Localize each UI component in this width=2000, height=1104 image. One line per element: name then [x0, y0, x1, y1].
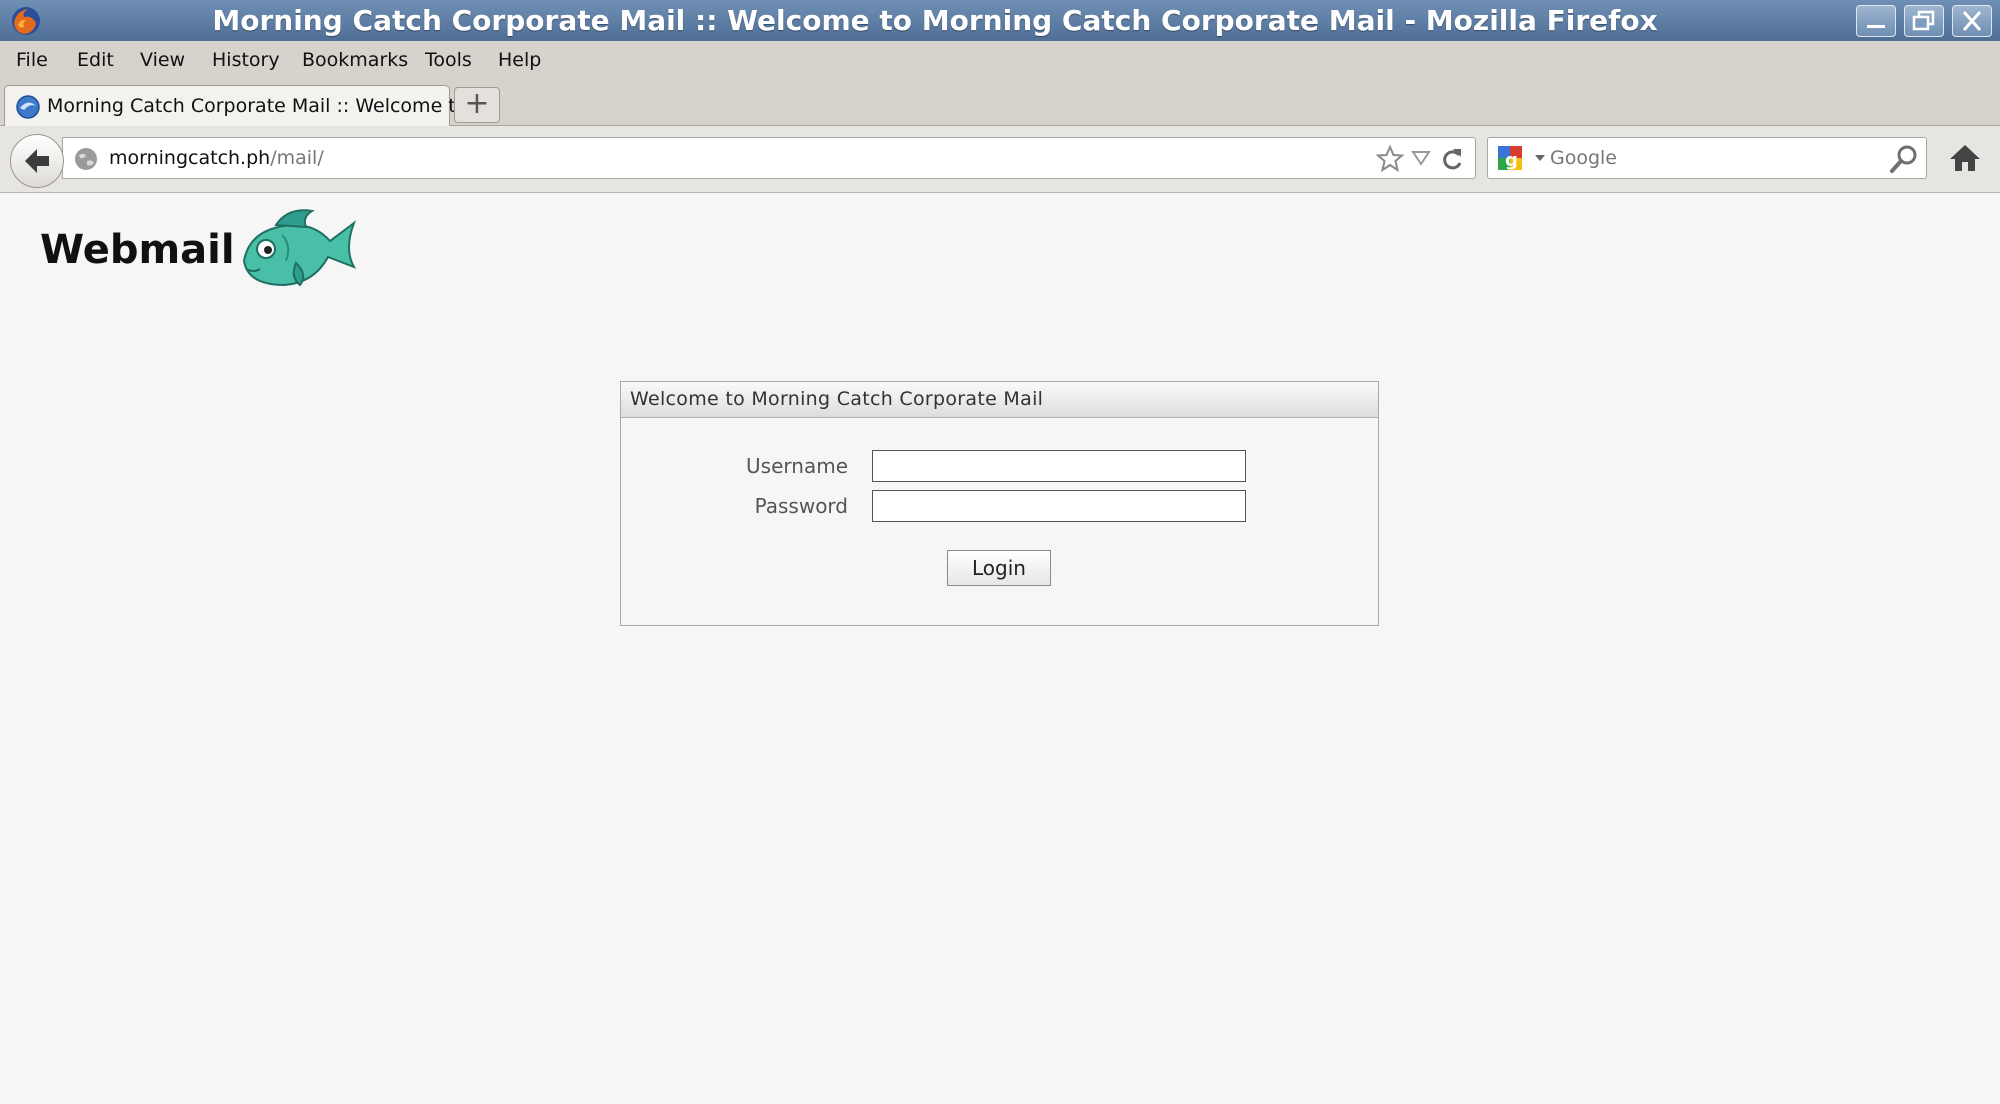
tab-title: Morning Catch Corporate Mail :: Welcome …: [47, 95, 474, 117]
url-path: /mail/: [270, 147, 324, 169]
close-icon: [1962, 11, 1982, 31]
menu-bookmarks[interactable]: Bookmarks: [302, 49, 408, 71]
window-titlebar: Morning Catch Corporate Mail :: Welcome …: [0, 0, 2000, 41]
menu-view[interactable]: View: [140, 49, 185, 71]
magnifier-icon[interactable]: [1888, 143, 1920, 175]
search-input[interactable]: [1548, 143, 1852, 173]
navigation-toolbar: morningcatch.ph/mail/ g: [0, 126, 2000, 193]
address-bar[interactable]: morningcatch.ph/mail/: [62, 137, 1476, 179]
back-button[interactable]: [10, 134, 64, 188]
google-icon: g: [1498, 146, 1522, 171]
tab-favicon-icon: [16, 95, 40, 119]
menu-history[interactable]: History: [212, 49, 280, 71]
dropdown-icon[interactable]: [1534, 154, 1546, 162]
login-panel-heading: Welcome to Morning Catch Corporate Mail: [621, 382, 1378, 418]
username-label: Username: [746, 454, 848, 478]
search-bar[interactable]: g: [1487, 137, 1927, 179]
menu-help[interactable]: Help: [498, 49, 541, 71]
new-tab-button[interactable]: +: [454, 87, 500, 123]
window-title: Morning Catch Corporate Mail :: Welcome …: [212, 4, 1658, 37]
menu-edit[interactable]: Edit: [77, 49, 114, 71]
page-content: Webmail Welcome to Morning Catch Corpora…: [0, 193, 2000, 1104]
bookmark-star-icon[interactable]: [1375, 144, 1405, 174]
password-field[interactable]: [872, 490, 1246, 522]
webmail-logo-text: Webmail: [40, 227, 235, 273]
restore-icon: [1912, 10, 1935, 31]
close-button[interactable]: [1952, 5, 1992, 37]
tab-strip: Morning Catch Corporate Mail :: Welcome …: [0, 81, 2000, 126]
restore-button[interactable]: [1904, 5, 1944, 37]
login-panel: Welcome to Morning Catch Corporate Mail …: [620, 381, 1379, 626]
fish-logo-icon: [242, 209, 357, 287]
menu-file[interactable]: File: [16, 49, 48, 71]
tab-active[interactable]: Morning Catch Corporate Mail :: Welcome …: [4, 85, 474, 126]
svg-text:g: g: [1505, 150, 1518, 171]
menu-tools[interactable]: Tools: [425, 49, 472, 71]
login-button[interactable]: Login: [947, 550, 1051, 586]
minimize-button[interactable]: [1856, 5, 1896, 37]
password-label: Password: [754, 494, 848, 518]
minimize-icon: [1867, 25, 1885, 28]
username-field[interactable]: [872, 450, 1246, 482]
globe-icon: [75, 148, 97, 170]
back-arrow-icon: [25, 149, 49, 173]
url-host: morningcatch.ph: [109, 147, 271, 169]
url-text: morningcatch.ph/mail/: [109, 147, 324, 169]
firefox-icon: [12, 7, 40, 35]
home-icon[interactable]: [1948, 142, 1982, 174]
reload-icon[interactable]: [1439, 145, 1465, 173]
dropdown-icon[interactable]: [1411, 149, 1431, 167]
menu-bar: File Edit View History Bookmarks Tools H…: [0, 41, 2000, 81]
